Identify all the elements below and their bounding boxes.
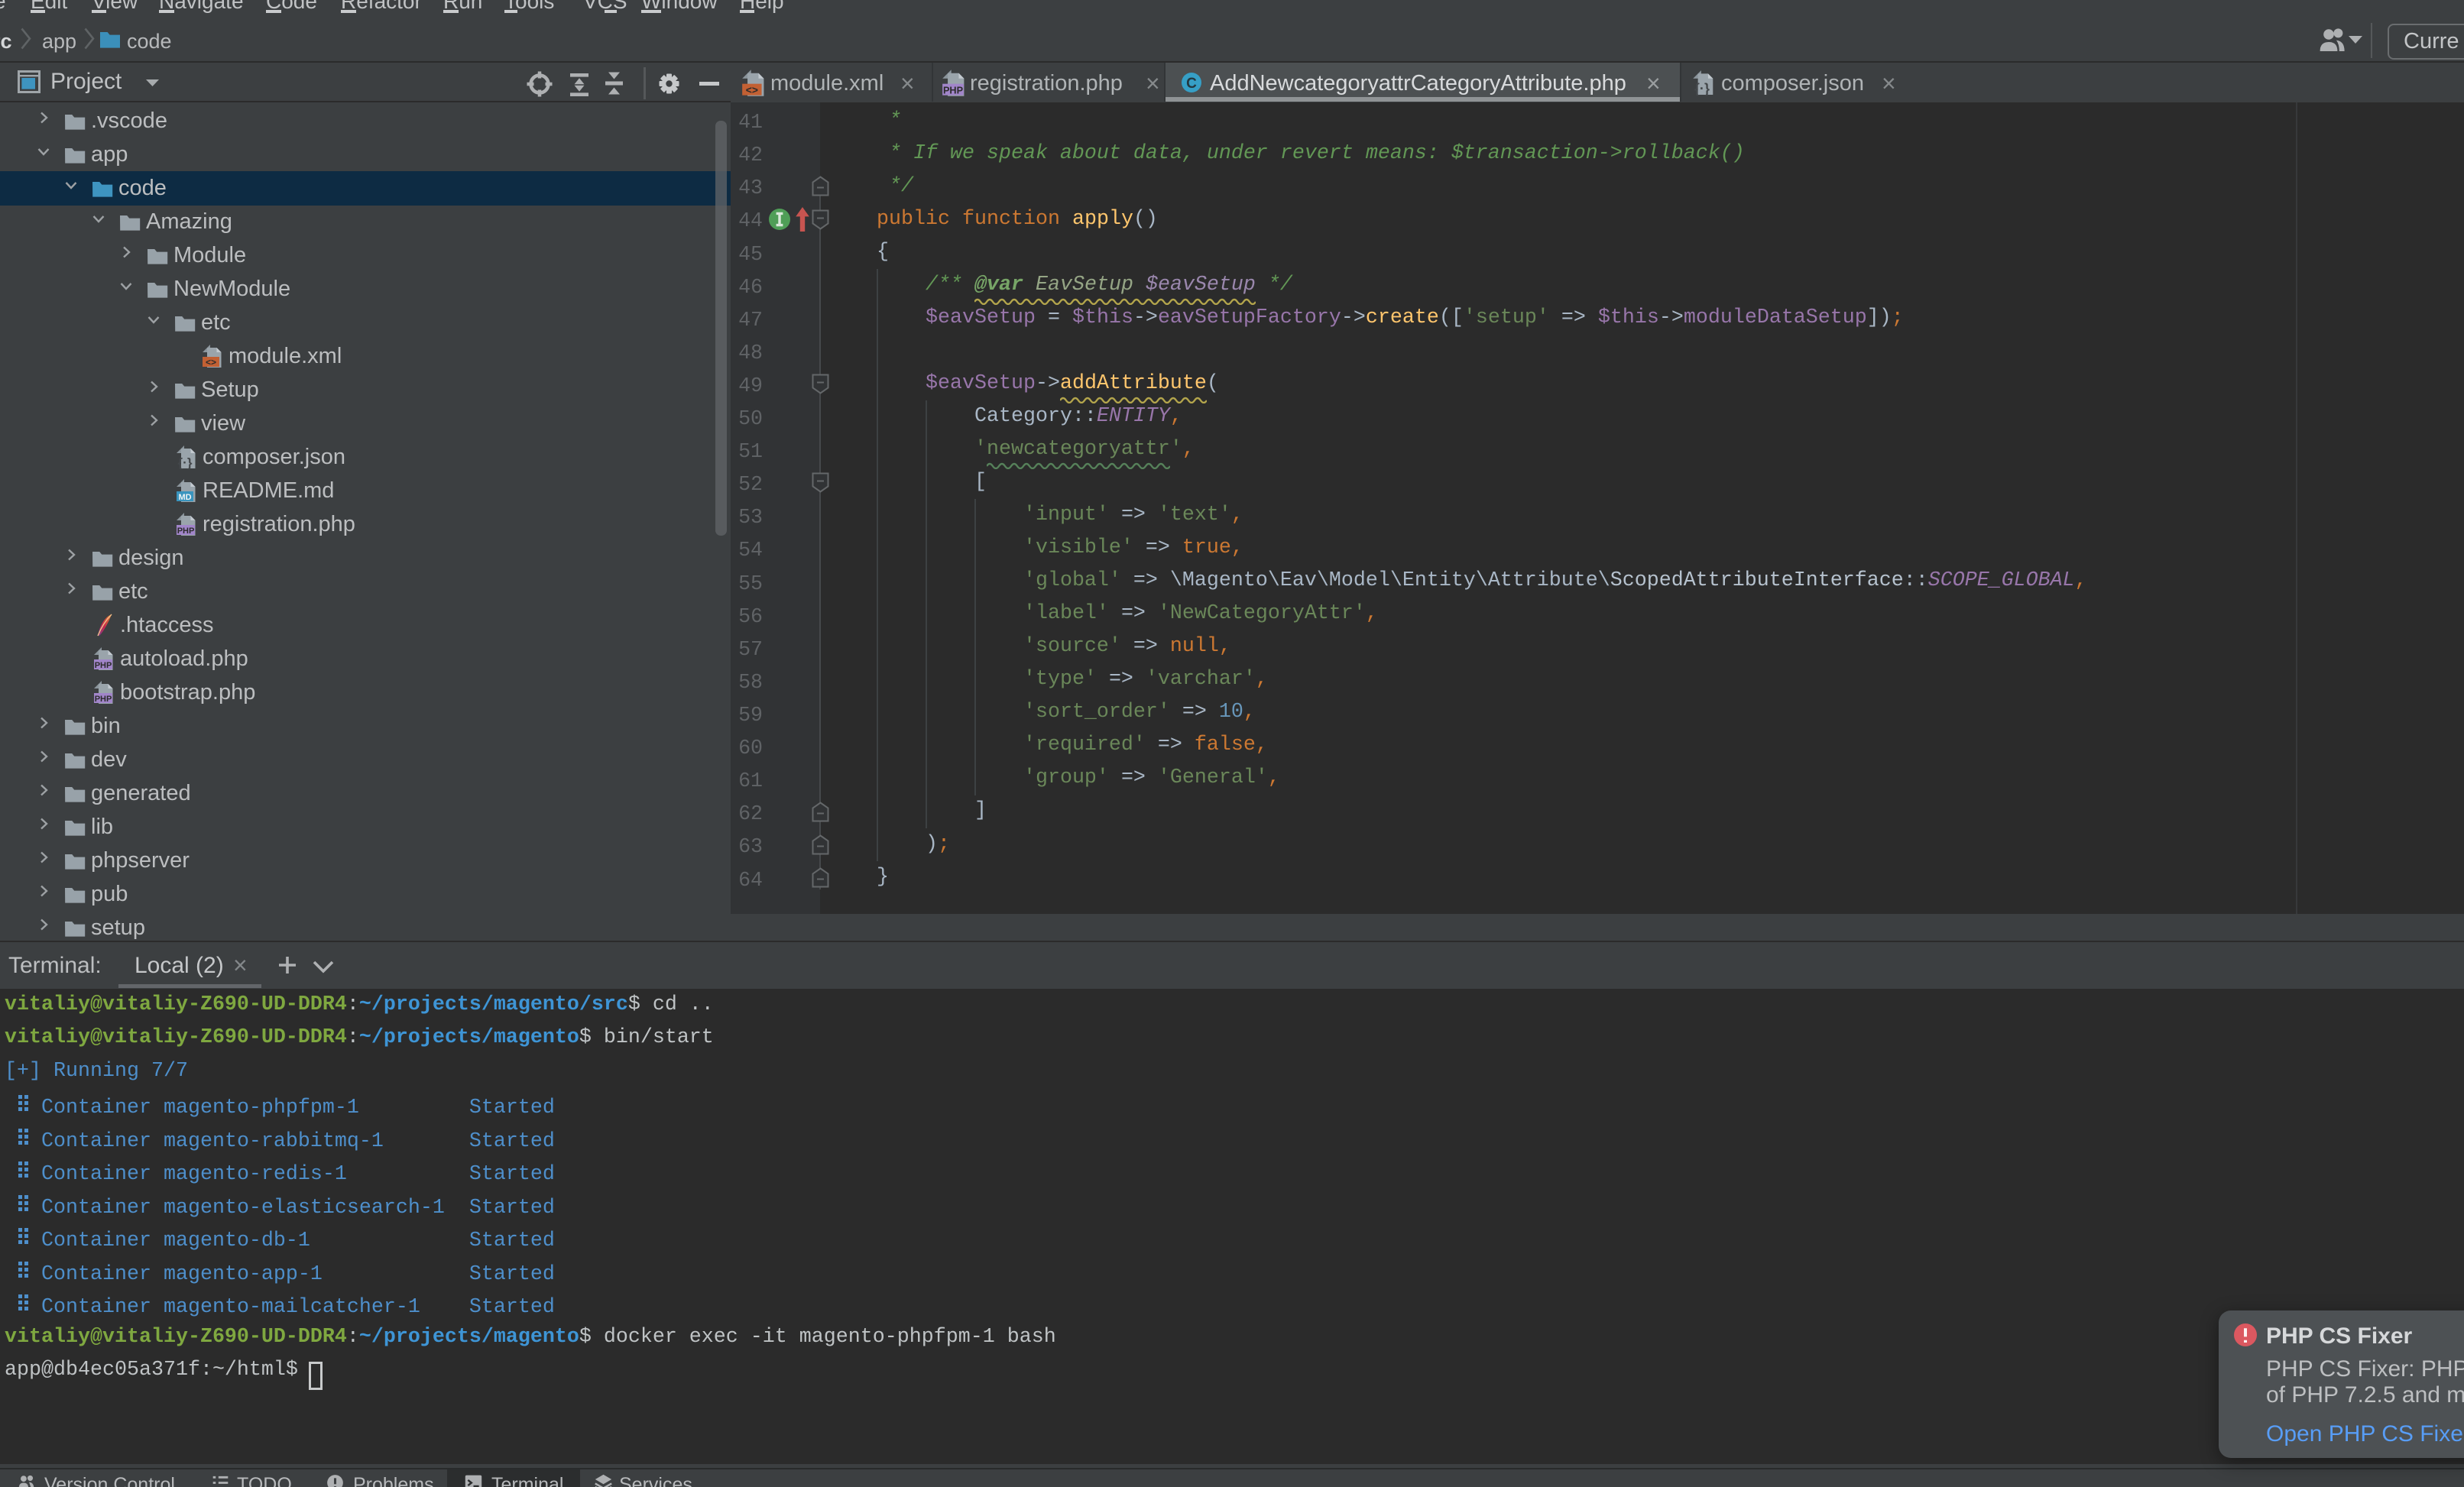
svg-text:PHP: PHP <box>177 526 195 536</box>
svg-text:MD: MD <box>178 493 191 502</box>
svg-text:C: C <box>1186 76 1197 92</box>
svg-text:{·}: {·} <box>178 455 193 469</box>
svg-text:PHP: PHP <box>95 661 112 670</box>
svg-text:<>: <> <box>746 83 758 96</box>
svg-text:<>: <> <box>206 357 216 368</box>
svg-text:PHP: PHP <box>943 85 964 96</box>
svg-text:PHP: PHP <box>95 695 112 704</box>
svg-text:{·}: {·} <box>1694 81 1710 96</box>
